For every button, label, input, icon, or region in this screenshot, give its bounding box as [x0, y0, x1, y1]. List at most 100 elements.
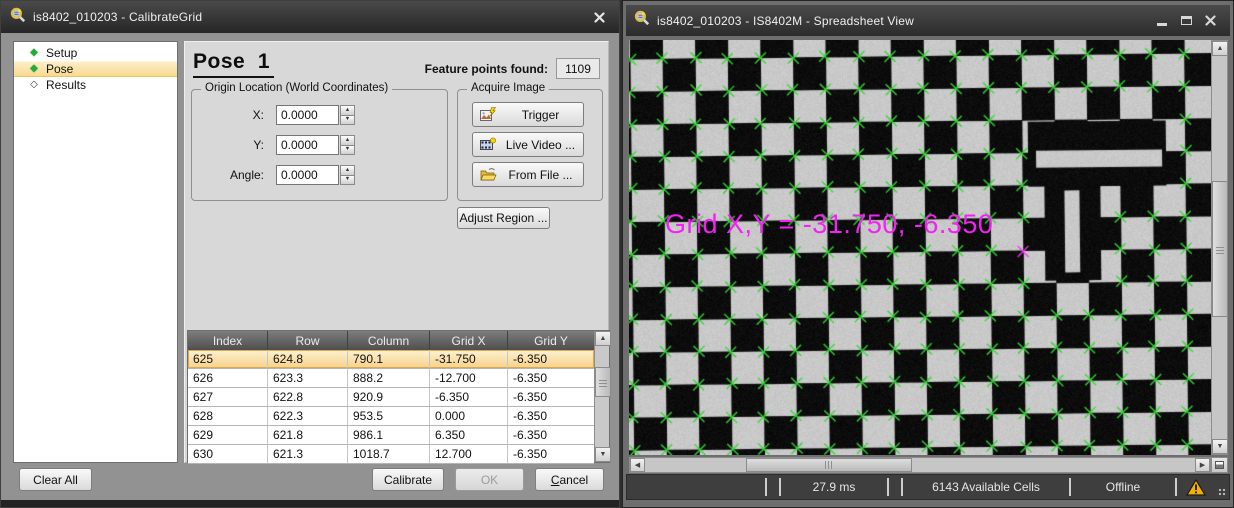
table-row[interactable]: 627622.8920.9-6.350-6.350 [188, 388, 594, 407]
table-cell: 621.8 [268, 426, 348, 444]
acquisition-time: 27.9 ms [781, 475, 887, 499]
trigger-button[interactable]: Trigger [472, 102, 584, 127]
thumb-grip [1216, 245, 1224, 254]
y-field-label: Y: [192, 138, 276, 152]
pose-panel: Pose 1 Feature points found: 1109 Origin… [184, 41, 609, 463]
grid-xy-overlay: Grid X,Y = -31.750, -6.350 [665, 209, 993, 240]
from-file-button[interactable]: From File ... [472, 162, 584, 187]
table-row[interactable]: 628622.3953.50.000-6.350 [188, 407, 594, 426]
image-horizontal-scrollbar[interactable]: ◀ ▶ [629, 457, 1211, 473]
table-cell: -6.350 [508, 445, 594, 463]
cancel-button[interactable]: Cancel [535, 468, 604, 491]
open-folder-icon [480, 167, 498, 182]
trigger-button-label: Trigger [502, 108, 583, 122]
sidebar-item-results[interactable]: ◇Results [14, 77, 177, 93]
scroll-down-icon[interactable]: ▼ [595, 447, 611, 462]
checkerboard-image[interactable] [629, 40, 1211, 455]
feature-points-table: Index Row Column Grid X Grid Y 625624.87… [187, 330, 610, 463]
table-cell: 625 [188, 350, 268, 368]
resize-grip[interactable] [1215, 475, 1229, 499]
camera-image-view[interactable]: Grid X,Y = -31.750, -6.350 [629, 40, 1211, 455]
sidebar-item-pose[interactable]: ◆Pose [14, 61, 177, 77]
table-scrollbar-thumb[interactable] [595, 367, 611, 397]
live-video-button[interactable]: Live Video ... [472, 132, 584, 157]
table-cell: -31.750 [430, 350, 508, 368]
column-header-column[interactable]: Column [348, 331, 430, 350]
column-header-index[interactable]: Index [188, 331, 268, 350]
spin-down-icon[interactable]: ▼ [340, 116, 355, 126]
column-header-grid-y[interactable]: Grid Y [508, 331, 594, 350]
calibrate-grid-dialog: is8402_010203 - CalibrateGrid ◆Setup◆Pos… [0, 0, 620, 508]
table-scrollbar[interactable]: ▲ ▼ [594, 331, 609, 462]
h-scrollbar-thumb[interactable] [746, 458, 912, 472]
spreadsheet-titlebar[interactable]: is8402_010203 - IS8402M - Spreadsheet Vi… [626, 5, 1230, 36]
scroll-right-icon[interactable]: ▶ [1195, 458, 1210, 472]
table-cell: 627 [188, 388, 268, 406]
spin-up-icon[interactable]: ▲ [340, 135, 355, 146]
spin-up-icon[interactable]: ▲ [340, 105, 355, 116]
angle-spinner: ▲▼ [340, 165, 355, 185]
table-cell: -6.350 [430, 388, 508, 406]
table-row[interactable]: 626623.3888.2-12.700-6.350 [188, 369, 594, 388]
calibrate-button[interactable]: Calibrate [372, 468, 444, 491]
spreadsheet-window-title: is8402_010203 - IS8402M - Spreadsheet Vi… [657, 14, 914, 28]
dialog-titlebar[interactable]: is8402_010203 - CalibrateGrid [1, 1, 619, 33]
x-field-label: X: [192, 108, 276, 122]
v-scrollbar-thumb[interactable] [1212, 181, 1228, 317]
window-bottom-edge [1, 500, 619, 507]
clear-all-button[interactable]: Clear All [19, 468, 92, 491]
status-spacer [767, 475, 779, 499]
table-cell: 986.1 [348, 426, 430, 444]
step-complete-icon: ◆ [27, 45, 41, 61]
column-header-grid-x[interactable]: Grid X [430, 331, 508, 350]
table-row[interactable]: 630621.31018.712.700-6.350 [188, 445, 594, 464]
available-cells: 6143 Available Cells [903, 475, 1069, 499]
angle-field[interactable] [276, 165, 339, 185]
status-spacer [889, 475, 901, 499]
warning-triangle-icon [1186, 479, 1206, 496]
spin-up-icon[interactable]: ▲ [340, 165, 355, 176]
sidebar-item-label: Pose [46, 62, 73, 76]
scroll-up-icon[interactable]: ▲ [1212, 41, 1228, 56]
column-header-row[interactable]: Row [268, 331, 348, 350]
ok-button: OK [455, 468, 524, 491]
table-row[interactable]: 625624.8790.1-31.750-6.350 [188, 350, 594, 369]
feature-points-row: Feature points found: 1109 [425, 58, 600, 79]
table-cell: -6.350 [508, 369, 594, 387]
adjust-region-button[interactable]: Adjust Region ... [457, 207, 550, 229]
table-cell: 630 [188, 445, 268, 463]
table-row[interactable]: 629621.8986.16.350-6.350 [188, 426, 594, 445]
image-vertical-scrollbar[interactable]: ▲ ▼ [1211, 40, 1228, 455]
table-cell: 1018.7 [348, 445, 430, 463]
warning-indicator[interactable] [1177, 475, 1215, 499]
spin-down-icon[interactable]: ▼ [340, 146, 355, 156]
x-spinner: ▲▼ [340, 105, 355, 125]
table-body: 625624.8790.1-31.750-6.350626623.3888.2-… [188, 350, 594, 464]
y-field[interactable] [276, 135, 339, 155]
sidebar-item-setup[interactable]: ◆Setup [14, 45, 177, 61]
table-cell: -6.350 [508, 350, 594, 368]
view-corner-button[interactable] [1211, 457, 1228, 473]
film-strip-icon [480, 137, 498, 152]
close-icon[interactable] [588, 8, 610, 26]
close-icon[interactable] [1198, 12, 1222, 30]
table-cell: 6.350 [430, 426, 508, 444]
minimize-icon[interactable] [1150, 12, 1174, 30]
maximize-icon[interactable] [1174, 12, 1198, 30]
scroll-down-icon[interactable]: ▼ [1212, 439, 1228, 454]
table-cell: 624.8 [268, 350, 348, 368]
spin-down-icon[interactable]: ▼ [340, 176, 355, 186]
camera-trigger-icon [480, 107, 498, 122]
pose-heading: Pose 1 [193, 50, 274, 78]
feature-points-value: 1109 [556, 58, 600, 79]
scroll-left-icon[interactable]: ◀ [630, 458, 645, 472]
sidebar-item-label: Results [46, 78, 86, 92]
status-bar: 27.9 ms 6143 Available Cells Offline [626, 474, 1230, 500]
scroll-up-icon[interactable]: ▲ [595, 331, 611, 346]
calibration-steps-tree: ◆Setup◆Pose◇Results [13, 41, 178, 463]
x-field[interactable] [276, 105, 339, 125]
angle-field-label: Angle: [192, 168, 276, 182]
from-file-button-label: From File ... [502, 168, 583, 182]
table-cell: 888.2 [348, 369, 430, 387]
table-cell: 790.1 [348, 350, 430, 368]
